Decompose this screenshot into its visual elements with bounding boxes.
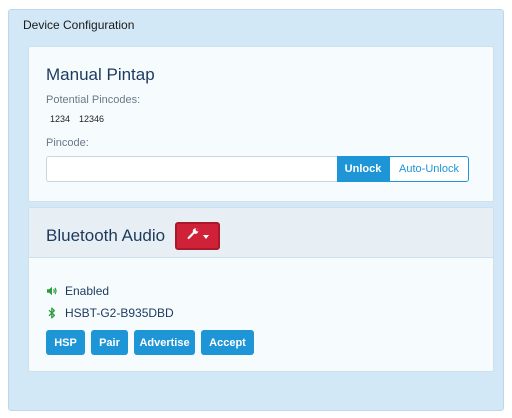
accept-button[interactable]: Accept [201,330,254,355]
device-configuration-panel: Device Configuration Manual Pintap Poten… [8,9,504,411]
tools-dropdown-button[interactable] [175,222,220,250]
bluetooth-device-name: HSBT-G2-B935DBD [65,306,174,320]
bluetooth-status-row: Enabled [46,284,109,298]
pincode-item[interactable]: 12346 [79,114,104,124]
potential-pincodes-label: Potential Pincodes: [46,94,141,106]
manual-pintap-card: Manual Pintap Potential Pincodes: 1234 1… [28,46,494,202]
wrench-icon [187,227,200,245]
pincode-input-group: Unlock Auto-Unlock [46,156,469,182]
bluetooth-audio-title: Bluetooth Audio [46,226,166,245]
bluetooth-device-row: HSBT-G2-B935DBD [46,306,174,320]
bluetooth-icon [46,307,58,319]
bluetooth-audio-header: Bluetooth Audio [29,208,493,258]
pincode-label: Pincode: [46,137,89,149]
auto-unlock-button[interactable]: Auto-Unlock [389,156,469,182]
hsp-button[interactable]: HSP [46,330,85,355]
bluetooth-actions: HSP Pair Advertise Accept [46,330,254,355]
unlock-button[interactable]: Unlock [337,156,389,182]
potential-pincodes-list: 1234 12346 [50,114,104,124]
manual-pintap-title: Manual Pintap [46,65,155,84]
bluetooth-status-text: Enabled [65,284,110,298]
advertise-button[interactable]: Advertise [134,330,195,355]
panel-title: Device Configuration [23,18,135,32]
bluetooth-audio-card: Bluetooth Audio Enabled HSBT-G2-B935DBD … [28,207,494,372]
pincode-input[interactable] [46,156,337,182]
chevron-down-icon [202,234,209,239]
speaker-icon [46,285,58,297]
pincode-item[interactable]: 1234 [50,114,70,124]
pair-button[interactable]: Pair [91,330,128,355]
